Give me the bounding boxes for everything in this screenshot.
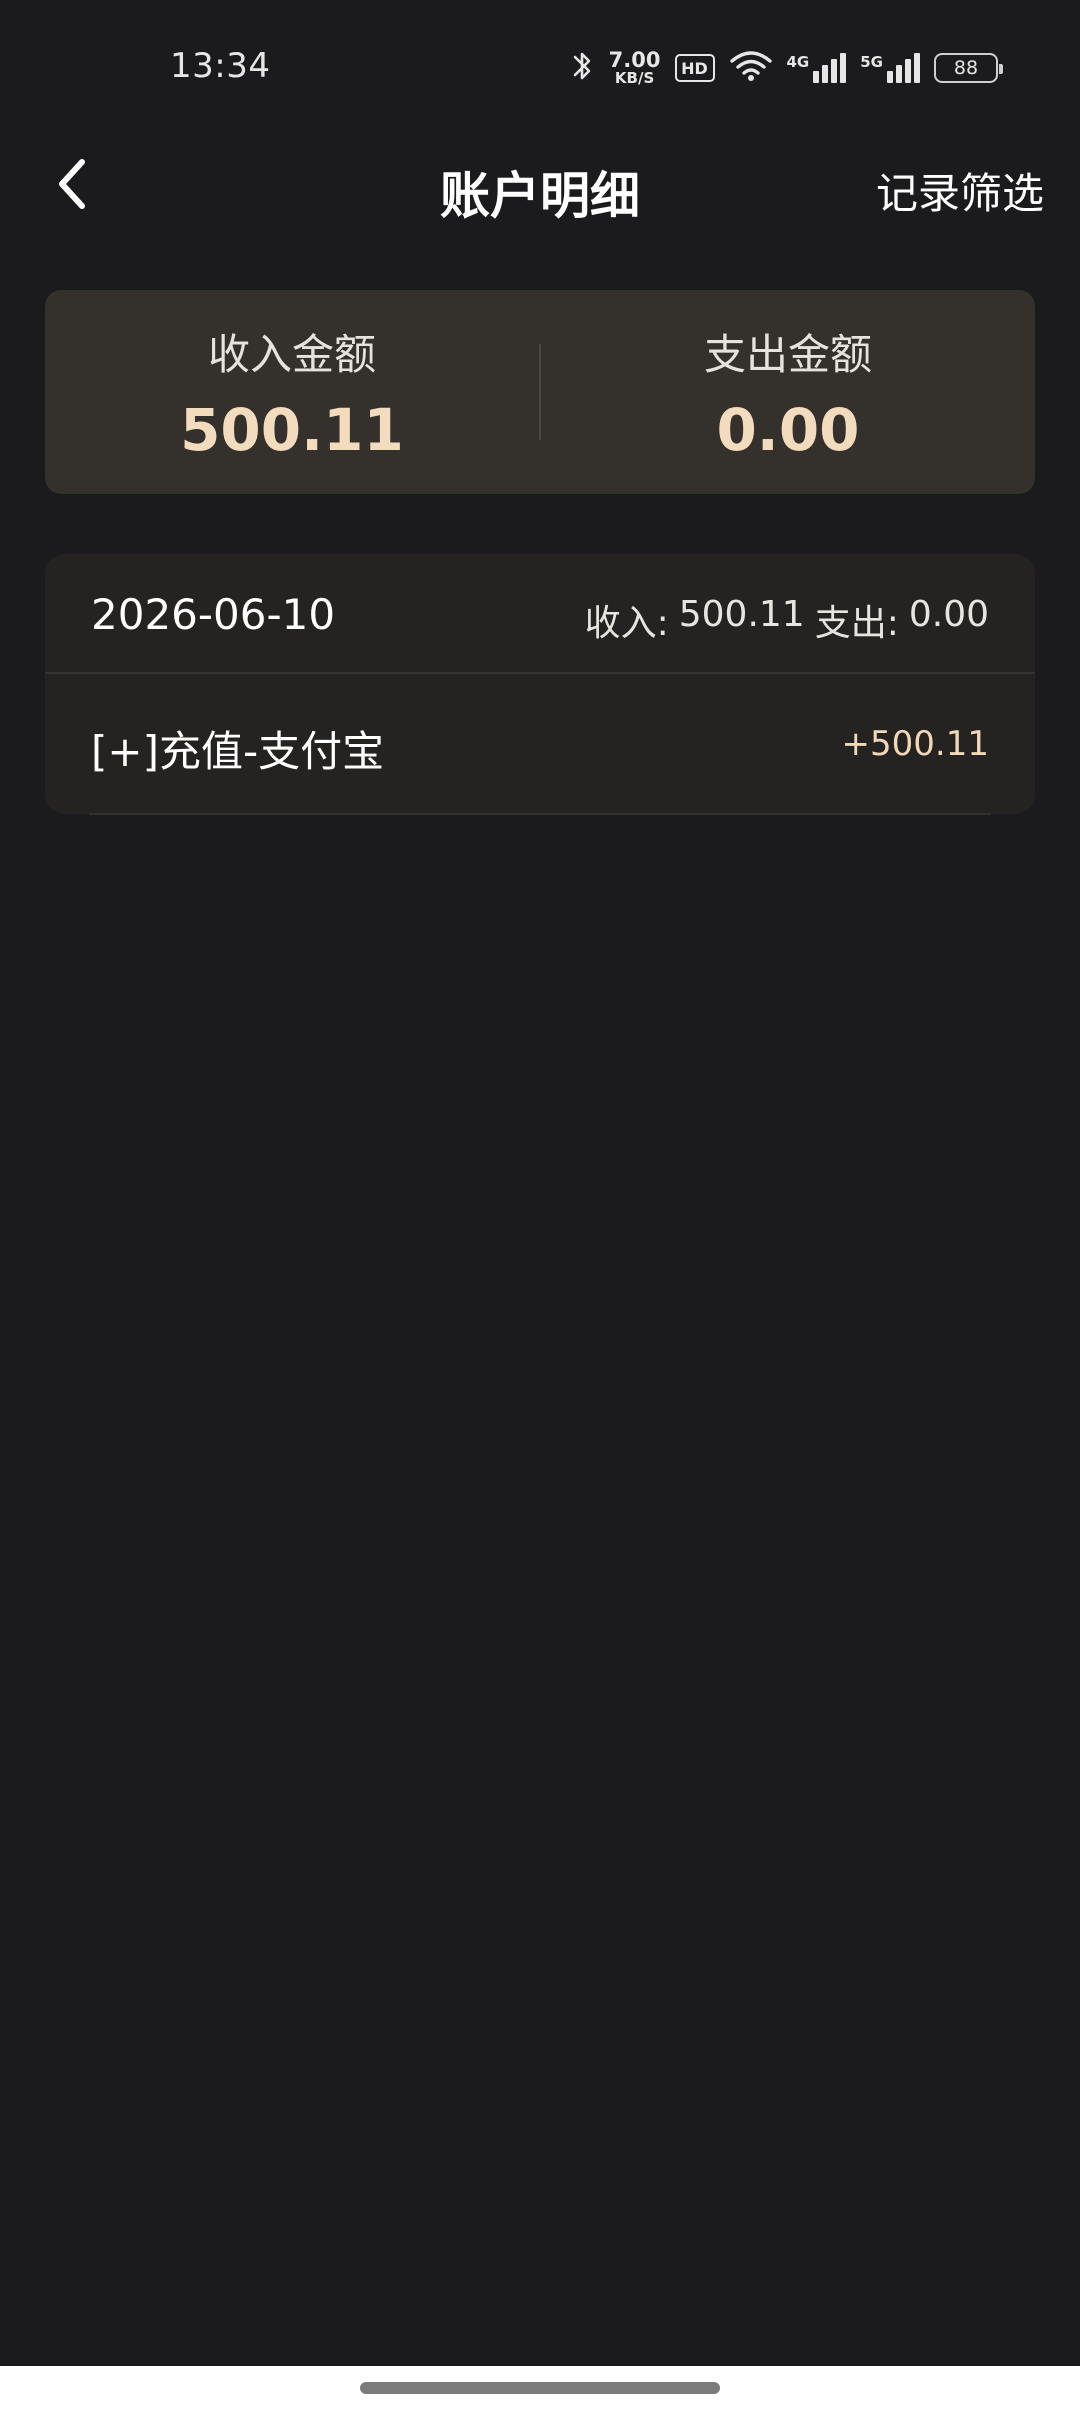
signal-4g-icon: 4G	[787, 53, 847, 83]
income-label: 收入金额	[207, 329, 376, 379]
record-title: [+]充值-支付宝	[91, 727, 385, 776]
expense-summary: 支出金额 0.00	[541, 321, 1035, 464]
record-amount: +500.11	[841, 724, 989, 764]
record-group-header: 2026-06-10 收入: 500.11 支出: 0.00	[45, 554, 1035, 674]
nav-bar: 账户明细 记录筛选	[0, 130, 1080, 240]
signal-5g-label: 5G	[860, 53, 883, 71]
record-group: 2026-06-10 收入: 500.11 支出: 0.00 [+]充值-支付宝…	[45, 554, 1035, 814]
record-date: 2026-06-10	[91, 590, 336, 639]
net-speed: 7.00 KB/S	[609, 50, 661, 86]
expense-value: 0.00	[716, 395, 860, 464]
net-speed-value: 7.00	[608, 48, 661, 72]
record-day-summary: 收入: 500.11 支出: 0.00	[585, 594, 989, 646]
day-income-value: 500.11	[678, 594, 805, 635]
filter-records-button[interactable]: 记录筛选	[876, 160, 1044, 221]
expense-label: 支出金额	[703, 329, 872, 379]
income-value: 500.11	[180, 395, 404, 464]
net-speed-unit: KB/S	[614, 69, 655, 87]
signal-5g-icon: 5G	[860, 53, 920, 83]
bluetooth-icon	[569, 48, 595, 88]
day-income-label: 收入:	[584, 603, 669, 644]
status-bar: 13:34 7.00 KB/S HD 4G 5G 88	[0, 0, 1080, 130]
battery-level: 88	[953, 57, 979, 79]
wifi-icon	[729, 49, 773, 87]
screen: 13:34 7.00 KB/S HD 4G 5G 88 账户明细 记录筛选 收入…	[0, 0, 1080, 2412]
hd-icon: HD	[674, 54, 715, 82]
summary-card: 收入金额 500.11 支出金额 0.00	[45, 290, 1035, 494]
status-icons: 7.00 KB/S HD 4G 5G 88	[569, 46, 1003, 90]
income-summary: 收入金额 500.11	[45, 321, 539, 464]
home-indicator[interactable]	[360, 2382, 720, 2394]
battery-icon: 88	[934, 53, 1003, 83]
status-time: 13:34	[170, 46, 271, 86]
gesture-bar	[0, 2366, 1080, 2412]
list-item[interactable]: [+]充值-支付宝 +500.11	[45, 676, 1035, 814]
signal-4g-label: 4G	[786, 53, 810, 71]
divider	[89, 813, 991, 815]
day-expense-label: 支出:	[814, 603, 899, 644]
day-expense-value: 0.00	[908, 594, 989, 635]
